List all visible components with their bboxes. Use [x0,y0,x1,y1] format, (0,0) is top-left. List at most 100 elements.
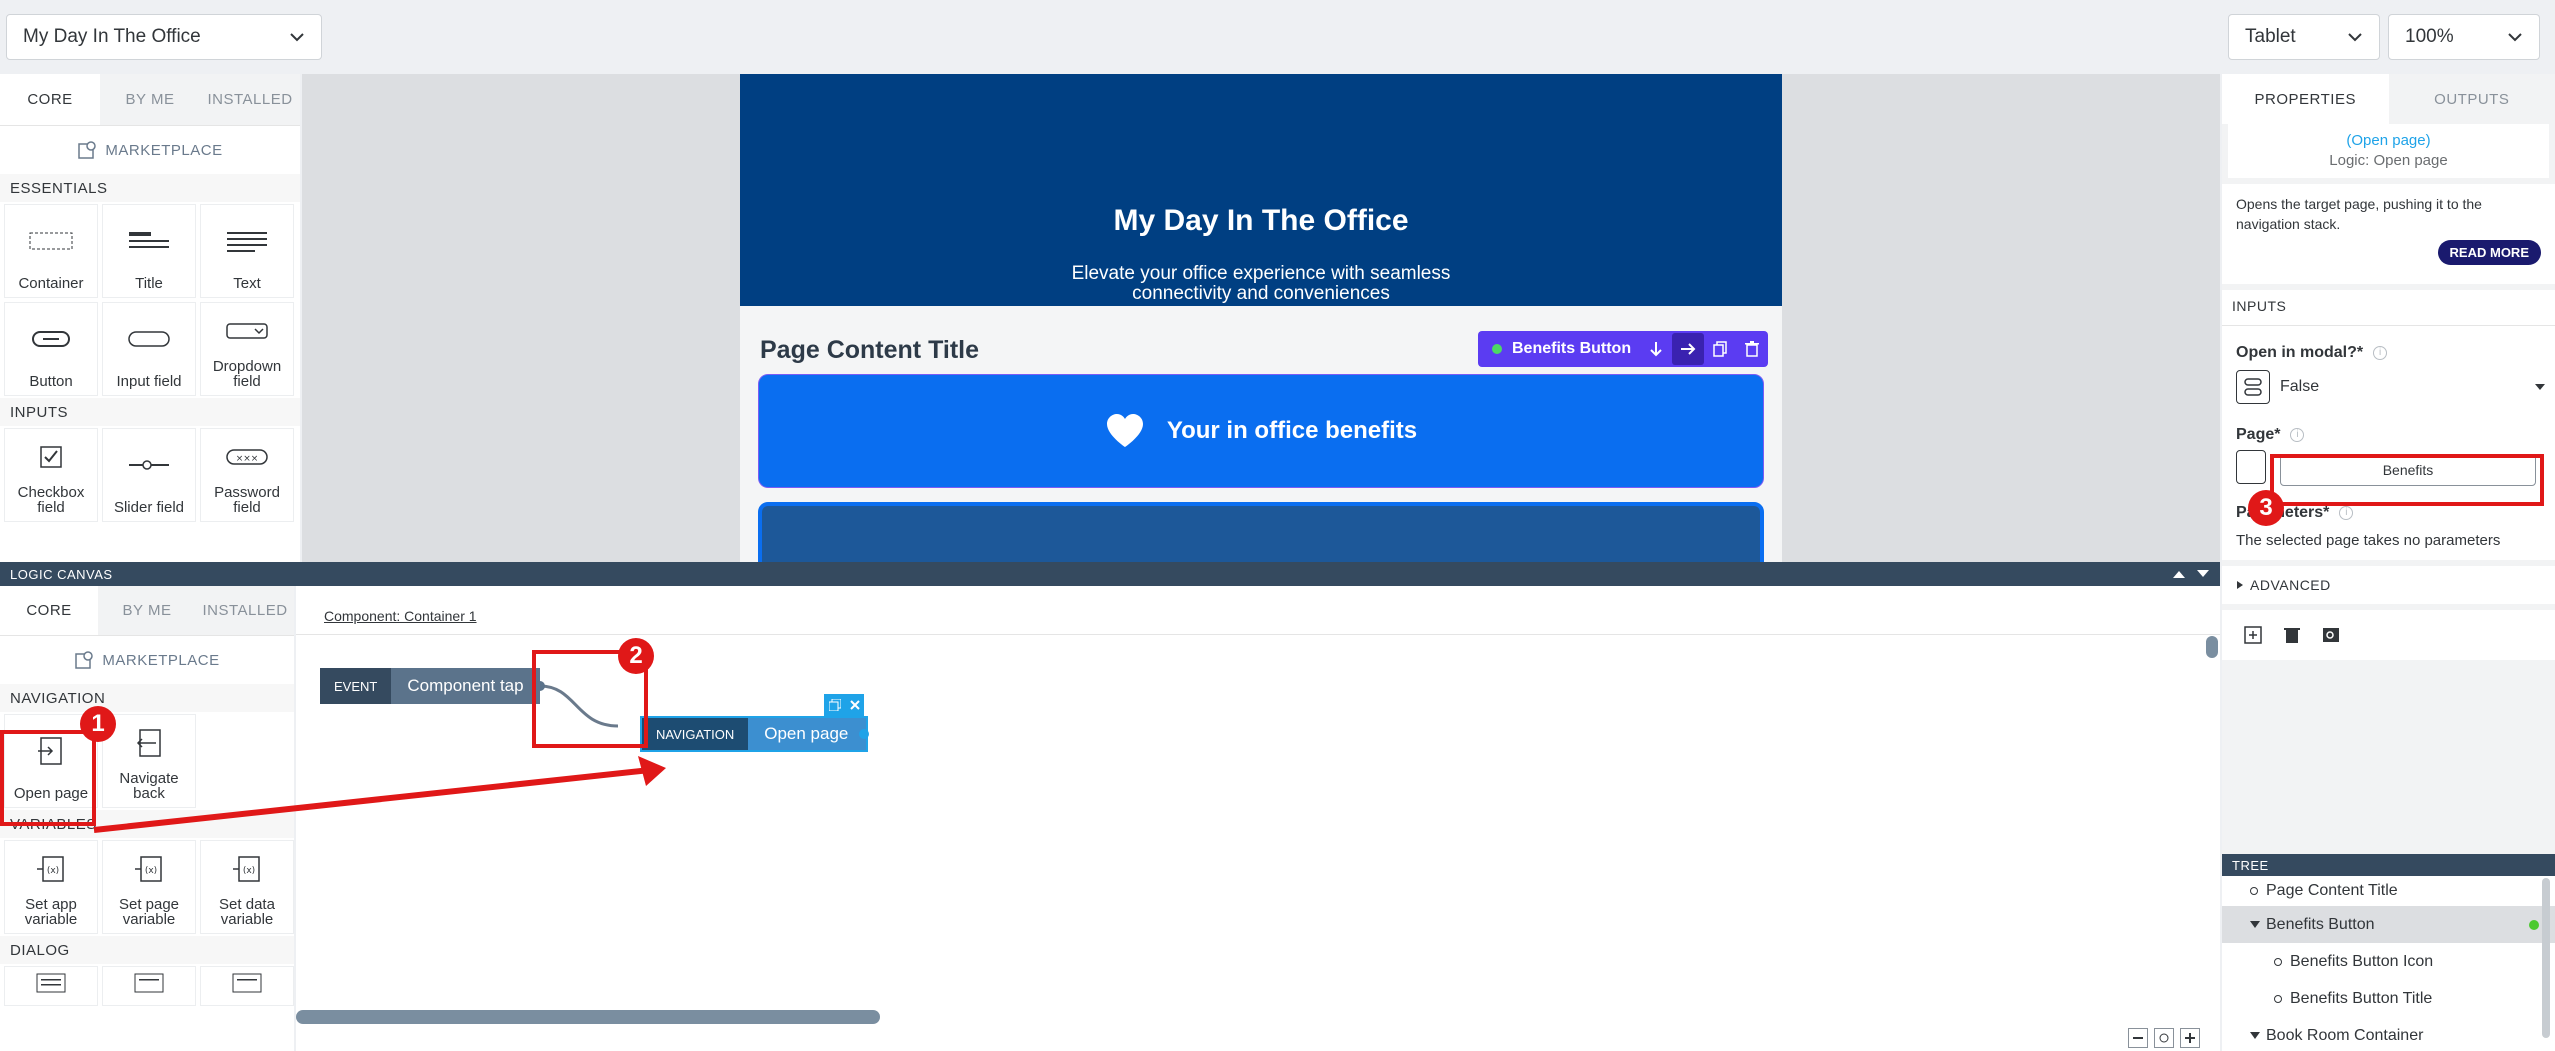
page-row: Page* i [2236,426,2305,444]
svg-text:×××: ××× [236,454,259,464]
component-container[interactable]: Container [4,204,98,298]
event-node[interactable]: EVENT Component tap [320,668,540,704]
advanced-toggle[interactable]: ADVANCED [2222,566,2555,604]
component-checkbox-field[interactable]: Checkbox field [4,428,98,522]
marketplace-icon [78,141,97,159]
button-icon [32,330,70,347]
tab-outputs[interactable]: OUTPUTS [2388,74,2555,124]
logic-set-app-variable[interactable]: (x) Set app variable [4,840,98,934]
slider-icon [129,459,169,470]
collapse-down-icon[interactable] [2196,569,2210,579]
benefits-button[interactable]: Your in office benefits [758,374,1764,488]
caret-down-icon [2250,920,2260,928]
binding-toggle-icon[interactable] [2236,370,2270,404]
tree-title: TREE [2222,854,2555,876]
description-text: Opens the target page, pushing it to the… [2236,196,2482,232]
page-label: Page* [2236,426,2281,443]
tab-installed[interactable]: INSTALLED [196,586,294,635]
tab-core[interactable]: CORE [0,74,100,125]
zoom-select-value: 100% [2405,26,2454,47]
read-more-button[interactable]: READ MORE [2437,240,2541,265]
component-password-field[interactable]: ××× Password field [200,428,294,522]
marketplace-link[interactable]: MARKETPLACE [0,636,294,684]
dialog-icon [36,973,66,993]
add-icon[interactable] [2244,626,2262,644]
vertical-scrollbar[interactable] [2206,636,2218,658]
confirm-dialog-icon [134,973,164,993]
annotation-number-1: 1 [80,706,116,742]
status-dot [2529,919,2539,930]
zoom-controls [2128,1028,2200,1048]
component-dropdown-field[interactable]: Dropdown field [200,302,294,396]
component-input-field[interactable]: Input field [102,302,196,396]
component-label: Text [233,275,261,292]
output-port[interactable] [858,728,870,740]
tree-scrollbar[interactable] [2542,878,2550,1038]
tree-item[interactable]: Page Content Title [2222,876,2555,906]
logic-set-page-variable[interactable]: (x) Set page variable [102,840,196,934]
book-room-container[interactable] [758,502,1764,562]
device-preview: My Day In The Office Elevate your office… [740,74,1782,562]
component-slider-field[interactable]: Slider field [102,428,196,522]
marketplace-link[interactable]: MARKETPLACE [0,126,300,174]
component-button[interactable]: Button [4,302,98,396]
close-icon[interactable] [849,700,860,710]
tree-item[interactable]: Book Room Container [2222,1017,2555,1051]
page-content-title[interactable]: Page Content Title [760,336,979,365]
logic-set-data-variable[interactable]: (x) Set data variable [200,840,294,934]
component-text[interactable]: Text [200,204,294,298]
flow-description: Opens the target page, pushing it to the… [2222,184,2555,284]
horizontal-scrollbar[interactable] [296,1010,880,1024]
device-select[interactable]: Tablet [2228,14,2380,60]
event-node-tag: EVENT [320,668,392,704]
trash-icon[interactable] [1736,333,1768,365]
zoom-select[interactable]: 100% [2388,14,2540,60]
logic-dialog-item[interactable] [200,966,294,1006]
navigation-node[interactable]: NAVIGATION Open page [640,716,869,752]
tree-node-icon [2274,957,2282,966]
section-essentials: ESSENTIALS [0,174,300,202]
zoom-reset-icon[interactable] [2154,1028,2174,1048]
options-dialog-icon [232,973,262,993]
tab-properties[interactable]: PROPERTIES [2222,74,2389,124]
tab-core[interactable]: CORE [0,586,98,635]
hero-subtitle: Elevate your office experience with seam… [1071,263,1451,304]
section-dialog: DIALOG [0,936,294,964]
logic-canvas-bar: LOGIC CANVAS [0,562,2220,586]
selected-component-toolbar: Benefits Button [1478,331,1768,367]
logic-dialog-item[interactable] [4,966,98,1006]
search-component-icon[interactable] [2322,627,2340,643]
arrow-down-icon[interactable] [1640,333,1672,365]
logic-tabs: CORE BY ME INSTALLED [0,586,294,636]
page-binding-icon[interactable] [2236,450,2266,484]
node-toolbar [824,694,864,716]
tree-item-label: Page Content Title [2266,882,2398,899]
logic-dialog-item[interactable] [102,966,196,1006]
tree-item[interactable]: Benefits Button Title [2222,980,2555,1017]
section-navigation: NAVIGATION [0,684,294,712]
trash-icon[interactable] [2284,626,2300,644]
app-canvas: My Day In The Office Elevate your office… [302,74,2220,562]
arrow-right-icon[interactable] [1672,333,1704,365]
tab-by-me[interactable]: BY ME [98,586,196,635]
page-select[interactable]: My Day In The Office [6,14,322,60]
tab-by-me[interactable]: BY ME [100,74,200,125]
divider [296,634,2220,635]
expand-up-icon[interactable] [2172,569,2186,579]
navigation-node-tag: NAVIGATION [642,718,749,750]
component-label: Input field [116,373,182,390]
tab-installed[interactable]: INSTALLED [200,74,300,125]
tree-item-selected[interactable]: Benefits Button [2222,906,2555,943]
copy-icon[interactable] [828,699,841,711]
tree-node-icon [2250,887,2258,895]
copy-icon[interactable] [1704,333,1736,365]
password-field-icon: ××× [226,449,268,465]
zoom-in-icon[interactable] [2180,1028,2200,1048]
open-modal-select[interactable]: False [2236,370,2546,404]
component-label: Title [135,275,163,292]
logic-breadcrumb[interactable]: Component: Container 1 [324,608,477,624]
component-title[interactable]: Title [102,204,196,298]
hero-header[interactable]: My Day In The Office Elevate your office… [740,74,1782,306]
zoom-out-icon[interactable] [2128,1028,2148,1048]
tree-item[interactable]: Benefits Button Icon [2222,943,2555,980]
